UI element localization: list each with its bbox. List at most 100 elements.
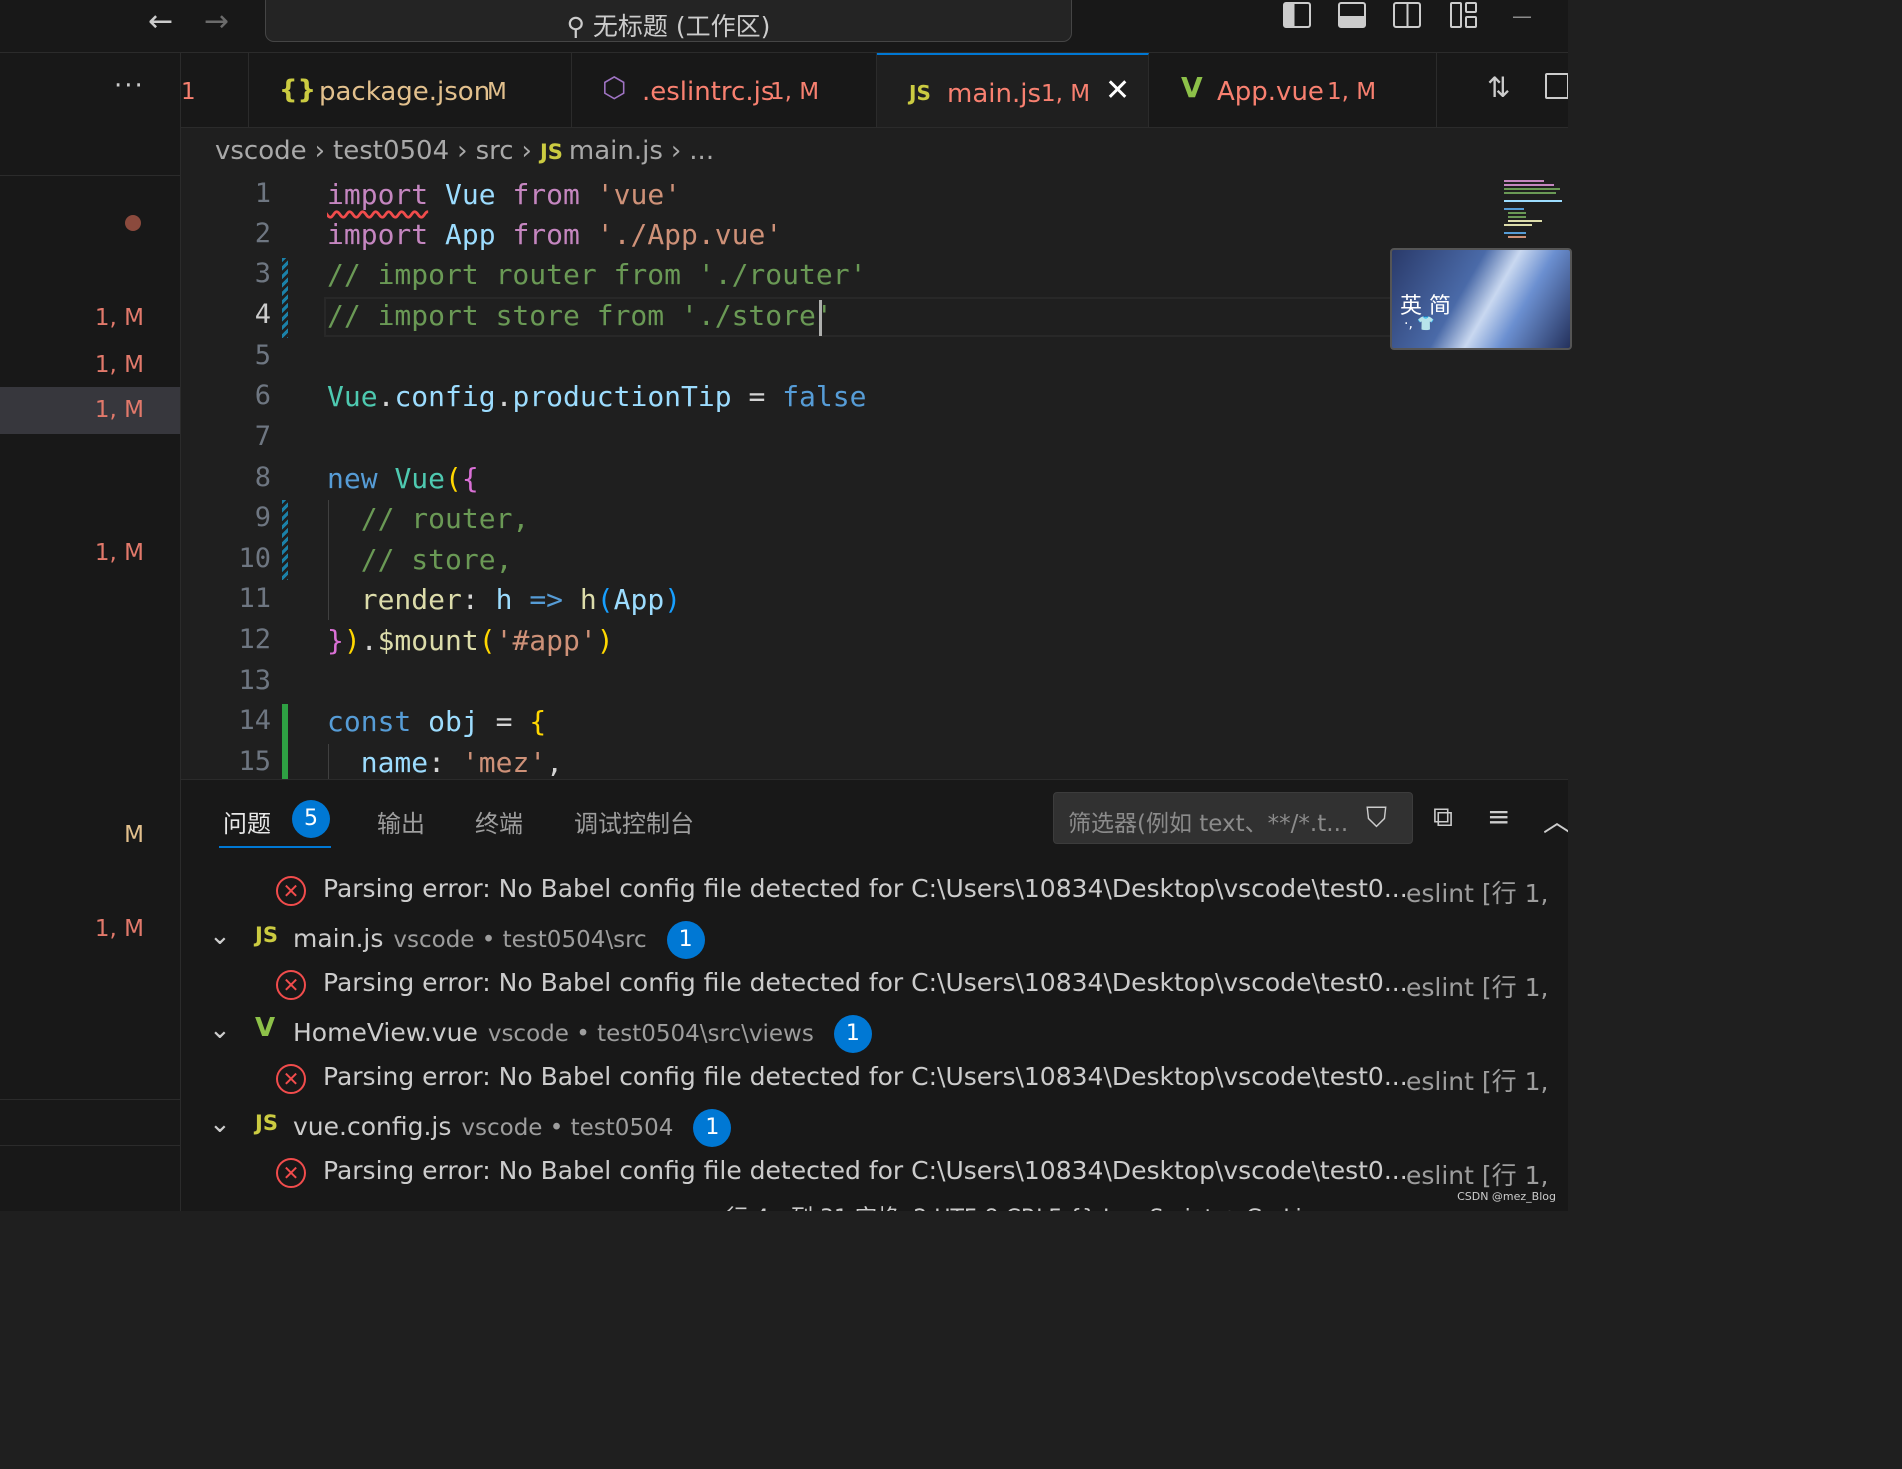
- file-name: HomeView.vue: [293, 1018, 478, 1047]
- breadcrumb-item[interactable]: ...: [689, 136, 714, 166]
- line-number: 7: [254, 421, 271, 452]
- js-icon: JS: [255, 923, 278, 947]
- tab-problems[interactable]: 问题: [223, 804, 271, 839]
- problem-message: Parsing error: No Babel config file dete…: [323, 1156, 1408, 1185]
- problems-filter-input[interactable]: 筛选器(例如 text、**/*.t... ⛉: [1053, 792, 1413, 844]
- maximize-panel-icon[interactable]: ︿: [1543, 800, 1568, 840]
- back-arrow-icon[interactable]: ←: [148, 4, 173, 39]
- status-bar: 行 4，列 31 空格: 2 UTF-8 CRLF {} JavaScript …: [181, 1194, 1568, 1211]
- chevron-down-icon[interactable]: ⌄: [209, 1015, 231, 1045]
- file-decoration[interactable]: 1, M: [95, 352, 144, 378]
- problem-source: eslint [行 1,: [1406, 973, 1549, 1002]
- chevron-right-icon: ›: [670, 136, 682, 166]
- compare-changes-icon[interactable]: ⇅: [1487, 71, 1510, 104]
- minimap[interactable]: [1500, 176, 1568, 246]
- code-line: 6 Vue.config.productionTip = false: [181, 380, 1568, 420]
- file-decoration[interactable]: 1, M: [95, 305, 144, 331]
- tab-previous[interactable]: 1: [181, 53, 249, 127]
- code-text: import Vue from 'vue': [327, 178, 682, 211]
- problem-file-row[interactable]: ⌄ JS main.js vscode • test0504\src 1: [181, 917, 1568, 964]
- tab-main-js[interactable]: JS main.js 1, M ✕: [877, 53, 1149, 127]
- code-line: 13: [181, 665, 1568, 705]
- chevron-right-icon: ›: [314, 136, 326, 166]
- problem-file-row[interactable]: ⌄ JS vue.config.js vscode • test0504 1: [181, 1105, 1568, 1152]
- status-bar-items[interactable]: 行 4，列 31 空格: 2 UTF-8 CRLF {} JavaScript …: [726, 1200, 1328, 1211]
- title-bar: ← → ⚲ 无标题 (工作区) —: [0, 0, 1568, 53]
- problem-file-row[interactable]: ⌄ V HomeView.vue vscode • test0504\src\vi…: [181, 1011, 1568, 1058]
- filter-icon[interactable]: ⛉: [1366, 801, 1387, 835]
- problem-row[interactable]: ✕ Parsing error: No Babel config file de…: [181, 1152, 1568, 1195]
- tab-output[interactable]: 输出: [377, 804, 425, 839]
- ime-status-widget[interactable]: 英 简 ·, 👕: [1390, 248, 1572, 350]
- chevron-right-icon: ›: [457, 136, 468, 166]
- toggle-primary-sidebar-icon[interactable]: [1283, 2, 1311, 28]
- forward-arrow-icon[interactable]: →: [204, 4, 229, 39]
- file-decoration[interactable]: M: [124, 822, 144, 848]
- filter-placeholder: 筛选器(例如 text、**/*.t...: [1068, 811, 1349, 837]
- tab-terminal[interactable]: 终端: [475, 804, 523, 839]
- problem-row[interactable]: ✕ Parsing error: No Babel config file de…: [181, 964, 1568, 1011]
- code-line: 3 // import router from './router': [181, 258, 1568, 298]
- file-decoration[interactable]: 1, M: [95, 916, 144, 942]
- tab-status: 1, M: [770, 79, 820, 105]
- chevron-down-icon[interactable]: ⌄: [209, 921, 231, 951]
- error-icon: ✕: [276, 1064, 306, 1094]
- code-line: 15 name: 'mez',: [181, 746, 1568, 779]
- chevron-right-icon: ›: [521, 136, 532, 166]
- code-line: 9 // router,: [181, 502, 1568, 542]
- line-number: 1: [254, 178, 271, 209]
- toggle-secondary-sidebar-icon[interactable]: [1393, 2, 1421, 28]
- command-center[interactable]: ⚲ 无标题 (工作区): [265, 0, 1072, 42]
- tab-debug-console[interactable]: 调试控制台: [574, 804, 694, 839]
- file-decoration-selected[interactable]: 1, M: [0, 387, 180, 434]
- code-text: // router,: [327, 502, 530, 535]
- toggle-panel-icon[interactable]: [1338, 2, 1366, 28]
- line-number: 6: [254, 380, 271, 411]
- tab-label: package.json: [319, 77, 491, 107]
- code-line: 4 // import store from './store': [181, 299, 1568, 339]
- breadcrumb-item[interactable]: src: [476, 136, 514, 166]
- problem-source: eslint [行 1,: [1406, 879, 1549, 908]
- code-text: // import router from './router': [327, 258, 867, 291]
- line-number: 8: [254, 462, 271, 493]
- view-as-table-icon[interactable]: ≡: [1487, 800, 1510, 833]
- tab-actions: ⇅: [1437, 53, 1568, 127]
- problem-row[interactable]: ✕ Parsing error: No Babel config file de…: [181, 1058, 1568, 1105]
- tab-package-json[interactable]: {} package.json M: [249, 53, 572, 127]
- breadcrumb-item[interactable]: main.js: [569, 136, 663, 166]
- line-number: 5: [254, 340, 271, 371]
- tab-status: 1, M: [1041, 81, 1091, 107]
- customize-layout-icon[interactable]: [1450, 2, 1478, 28]
- code-text: // store,: [327, 543, 513, 576]
- problem-message: Parsing error: No Babel config file dete…: [323, 1062, 1408, 1091]
- js-icon: JS: [255, 1111, 278, 1135]
- close-icon[interactable]: ✕: [1105, 73, 1130, 108]
- tab-label: main.js: [947, 79, 1041, 109]
- code-text: const obj = {: [327, 705, 547, 738]
- line-number: 2: [254, 218, 271, 249]
- chevron-down-icon[interactable]: ⌄: [209, 1109, 231, 1139]
- line-number: 12: [238, 624, 271, 655]
- split-editor-icon[interactable]: [1545, 73, 1568, 99]
- window-title: 无标题 (工作区): [592, 12, 771, 41]
- eslint-icon: ⬡: [602, 71, 627, 104]
- ime-sub-label: ·, 👕: [1404, 316, 1435, 332]
- code-editor[interactable]: 1 import Vue from 'vue' 2 import App fro…: [181, 176, 1568, 779]
- more-actions-icon[interactable]: ···: [114, 71, 145, 101]
- collapse-all-icon[interactable]: ⧉: [1433, 800, 1453, 834]
- active-tab-indicator: [219, 846, 331, 848]
- sidebar: ··· 1, M 1, M 1, M 1, M M 1, M: [0, 53, 181, 1211]
- code-line: 11 render: h => h(App): [181, 583, 1568, 623]
- tab-eslintrc[interactable]: ⬡ .eslintrc.js 1, M: [572, 53, 877, 127]
- divider: [0, 175, 180, 176]
- line-number: 4: [254, 299, 271, 330]
- problem-source: eslint [行 1,: [1406, 1067, 1549, 1096]
- breadcrumb-item[interactable]: vscode: [215, 136, 307, 166]
- problem-row[interactable]: ✕ Parsing error: No Babel config file de…: [181, 870, 1568, 917]
- file-decoration[interactable]: 1, M: [95, 540, 144, 566]
- file-problem-count: 1: [693, 1109, 732, 1147]
- editor-tab-bar: 1 {} package.json M ⬡ .eslintrc.js 1, M …: [181, 53, 1568, 128]
- tab-app-vue[interactable]: V App.vue 1, M: [1149, 53, 1437, 127]
- breadcrumb-item[interactable]: test0504: [333, 136, 449, 166]
- minimize-icon[interactable]: —: [1512, 4, 1532, 28]
